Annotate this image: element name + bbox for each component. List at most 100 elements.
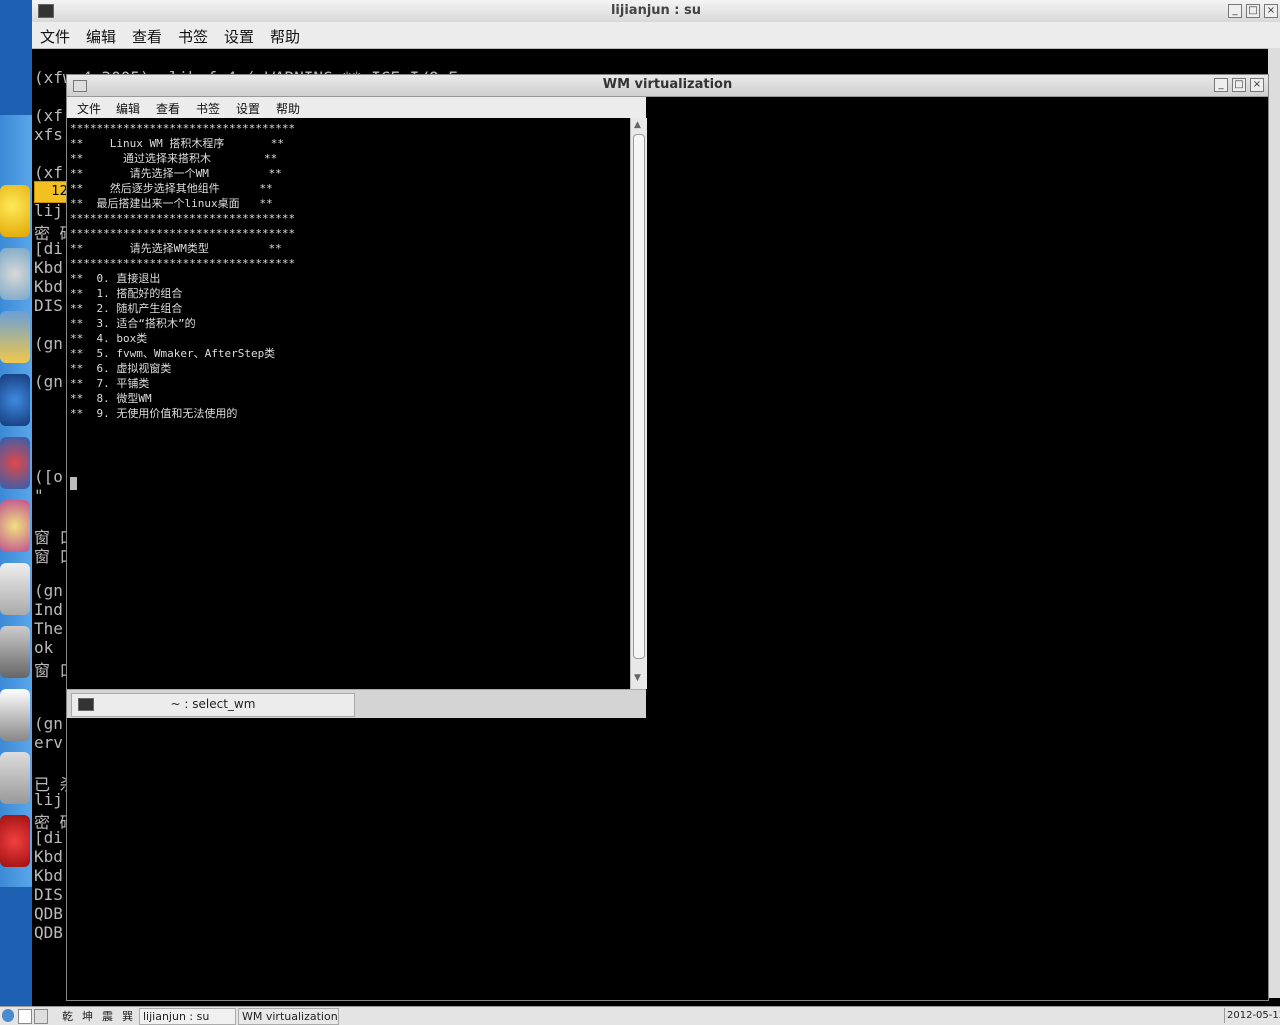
outer-output-line: lij: [34, 201, 63, 220]
menu-view[interactable]: 查看: [132, 26, 162, 47]
outer-title-bar[interactable]: lijianjun : su _ □ ×: [32, 0, 1280, 23]
outer-output-line: DIS: [34, 296, 63, 315]
outer-output-line: (gn: [34, 372, 63, 391]
inner-menu-help[interactable]: 帮助: [276, 100, 300, 117]
gamepad-icon[interactable]: [0, 752, 30, 804]
inner-close-button[interactable]: ×: [1250, 78, 1264, 92]
outer-output-line: (xf: [34, 106, 63, 125]
outer-output-line: [di: [34, 239, 63, 258]
terminal-line: ** 8. 微型WM: [70, 392, 152, 405]
outer-output-line: Kbd: [34, 847, 63, 866]
outer-output-line: QDB: [34, 904, 63, 923]
outer-output-line: Kbd: [34, 258, 63, 277]
session-tab-bar: ~ : select_wm: [67, 689, 646, 718]
start-menu-icon[interactable]: [2, 1009, 14, 1022]
menu-file[interactable]: 文件: [40, 26, 70, 47]
outer-menu-bar: 文件 编辑 查看 书签 设置 帮助: [32, 22, 1280, 49]
terminal-line: ** 4. box类: [70, 332, 148, 345]
outer-output-line: The: [34, 619, 63, 638]
inner-maximize-button[interactable]: □: [1232, 78, 1246, 92]
inner-minimize-button[interactable]: _: [1214, 78, 1228, 92]
terminal-line: ** 1. 搭配好的组合: [70, 287, 183, 300]
show-desktop-icon[interactable]: [18, 1009, 32, 1024]
text-cursor: [70, 477, 77, 490]
menu-settings[interactable]: 设置: [224, 26, 254, 47]
terminal-line: ** 请先选择WM类型 **: [70, 242, 282, 255]
terminal-line: ** 9. 无使用价值和无法使用的: [70, 407, 238, 420]
session-tab-label: ~ : select_wm: [170, 697, 256, 711]
menu-help[interactable]: 帮助: [270, 26, 300, 47]
session-tab[interactable]: ~ : select_wm: [71, 693, 355, 717]
date-display: 2012-05-13: [1224, 1008, 1280, 1023]
outer-output-line: (xf: [34, 163, 63, 182]
outer-output-line: (gn: [34, 334, 63, 353]
outer-output-line: xfs: [34, 125, 63, 144]
outer-output-line: Kbd: [34, 277, 63, 296]
inner-menu-bookmarks[interactable]: 书签: [196, 100, 220, 117]
inner-menu-bar: 文件 编辑 查看 书签 设置 帮助: [67, 97, 646, 118]
minimize-button[interactable]: _: [1228, 4, 1242, 18]
outer-output-line: Kbd: [34, 866, 63, 885]
tools-icon[interactable]: [0, 626, 30, 678]
taskbar: 乾 坤 震 巽 lijianjun : su WM virtualization…: [0, 1006, 1280, 1025]
outer-output-line: [di: [34, 828, 63, 847]
outer-output-line: lij: [34, 790, 63, 809]
scroll-up-icon[interactable]: ▲: [634, 120, 641, 130]
scroll-down-icon[interactable]: ▼: [634, 673, 641, 683]
folder-icon[interactable]: [0, 689, 30, 741]
terminal-line: ** 0. 直接退出: [70, 272, 161, 285]
settings-icon[interactable]: [0, 563, 30, 615]
globe-icon[interactable]: [0, 374, 30, 426]
terminal-line: ** 5. fvwm、Wmaker、AfterStep类: [70, 347, 276, 360]
terminal-line: **********************************: [70, 122, 296, 135]
terminal-output[interactable]: ********************************** ** Lin…: [67, 118, 630, 689]
terminal-line: ** 最后搭建出来一个linux桌面 **: [70, 197, 273, 210]
terminal-line: ** 通过选择来搭积木 **: [70, 152, 278, 165]
menu-edit[interactable]: 编辑: [86, 26, 116, 47]
wm-virtualization-window[interactable]: WM virtualization _ □ × 文件 编辑 查看 书签 设置 帮…: [66, 74, 1269, 1001]
file-manager-icon[interactable]: [34, 1009, 48, 1024]
scroll-thumb[interactable]: [633, 134, 645, 659]
inner-menu-settings[interactable]: 设置: [236, 100, 260, 117]
inner-menu-view[interactable]: 查看: [156, 100, 180, 117]
workspace-3[interactable]: 震: [102, 1008, 113, 1024]
workspace-2[interactable]: 坤: [82, 1008, 93, 1024]
outer-output-line: (gn: [34, 581, 63, 600]
workspace-1[interactable]: 乾: [62, 1008, 73, 1024]
terminal-line: ** 3. 适合“搭积木”的: [70, 317, 196, 330]
smiley-icon[interactable]: [0, 185, 30, 237]
outer-output-line: ": [34, 486, 44, 505]
power-icon[interactable]: [0, 815, 30, 867]
inner-title-bar[interactable]: WM virtualization _ □ ×: [67, 75, 1268, 97]
application-dock: [0, 115, 32, 887]
palette-icon[interactable]: [0, 500, 30, 552]
outer-window-title: lijianjun : su: [610, 3, 702, 18]
outer-output-line: QDB: [34, 923, 63, 942]
terminal-line: **********************************: [70, 257, 296, 270]
outer-output-line: Ind: [34, 600, 63, 619]
terminal-line: **********************************: [70, 227, 296, 240]
terminal-scrollbar[interactable]: ▲ ▼: [630, 118, 647, 689]
outer-output-line: erv: [34, 733, 63, 752]
inner-menu-file[interactable]: 文件: [77, 100, 101, 117]
inner-window-title: WM virtualization: [602, 77, 733, 92]
task-wm-virtualization[interactable]: WM virtualization: [238, 1008, 339, 1025]
terminal-line: ** 然后逐步选择其他组件 **: [70, 182, 273, 195]
terminal-line: ** 6. 虚拟视窗类: [70, 362, 172, 375]
outer-output-line: ok: [34, 638, 54, 657]
close-button[interactable]: ×: [1264, 4, 1278, 18]
workspace-4[interactable]: 巽: [122, 1008, 133, 1024]
terminal-line: ** 请先选择一个WM **: [70, 167, 282, 180]
maximize-button[interactable]: □: [1246, 4, 1260, 18]
chart-icon[interactable]: [0, 437, 30, 489]
outer-output-line: (gn: [34, 714, 63, 733]
menu-bookmarks[interactable]: 书签: [178, 26, 208, 47]
terminal-line: ** 2. 随机产生组合: [70, 302, 183, 315]
star-icon[interactable]: [0, 311, 30, 363]
inner-menu-edit[interactable]: 编辑: [116, 100, 140, 117]
task-lijianjun-su[interactable]: lijianjun : su: [139, 1008, 236, 1025]
outer-scrollbar[interactable]: [1268, 48, 1280, 998]
terminal-line: **********************************: [70, 212, 296, 225]
browser-icon[interactable]: [0, 248, 30, 300]
terminal-line: ** 7. 平铺类: [70, 377, 150, 390]
